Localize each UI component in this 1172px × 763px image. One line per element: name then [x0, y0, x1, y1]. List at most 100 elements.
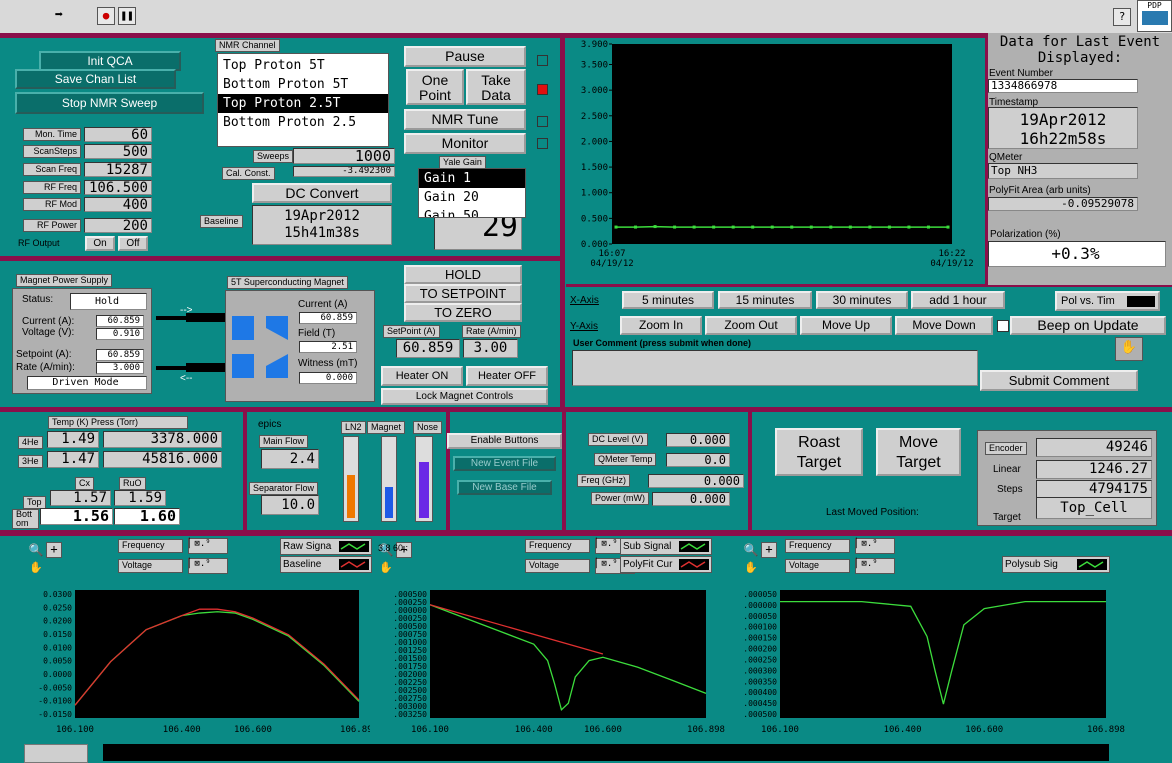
encoder-field: 49246 [1036, 438, 1152, 457]
axis-format-icon[interactable]: ▏⊠.⁹ [855, 558, 895, 574]
ps-current-label: Current (A): [22, 316, 75, 327]
beep-checkbox[interactable] [997, 320, 1009, 332]
target-label: Target [993, 512, 1021, 523]
ln2-gauge [343, 436, 359, 522]
to-setpoint-button[interactable]: TO SETPOINT [404, 284, 522, 303]
ln2-label: LN2 [341, 421, 366, 434]
heater-off-button[interactable]: Heater OFF [466, 366, 548, 386]
cal-const-field[interactable]: -3.492300 [293, 166, 395, 177]
stop-nmr-sweep-button[interactable]: Stop NMR Sweep [15, 92, 204, 114]
pol-vs-time-button[interactable]: Pol vs. Tim [1055, 291, 1160, 311]
field-value[interactable]: 500 [84, 144, 152, 159]
he3-temp: 1.47 [47, 451, 99, 468]
hand-tool-icon[interactable]: ✋ [378, 560, 394, 576]
nmr-channel-item[interactable]: Bottom Proton 2.5 [218, 113, 388, 132]
hand-tool-icon[interactable]: ✋ [743, 560, 759, 576]
plus-tool-icon[interactable]: + [761, 542, 777, 558]
gain-item[interactable]: Gain 50 [419, 207, 525, 217]
x-axis-button[interactable]: add 1 hour [911, 291, 1005, 309]
x-axis-button[interactable]: 30 minutes [816, 291, 908, 309]
hand-tool-icon[interactable]: ✋ [1115, 337, 1143, 361]
hand-tool-icon[interactable]: ✋ [28, 560, 44, 576]
x-axis-button[interactable]: 5 minutes [622, 291, 714, 309]
run-arrow-icon[interactable]: ➡ [50, 7, 68, 25]
x-tick-label: 106.600 [234, 725, 272, 735]
pause-button-icon[interactable]: ❚❚ [118, 7, 136, 25]
ps-mode-field: Driven Mode [27, 376, 147, 390]
y-axis-button[interactable]: Move Up [800, 316, 892, 335]
setpoint-label: SetPoint (A) [383, 325, 440, 338]
zoom-tool-icon[interactable]: 🔍 [28, 542, 44, 558]
heater-on-button[interactable]: Heater ON [381, 366, 463, 386]
pause-button[interactable]: Pause [404, 46, 526, 67]
x-tick-label: 106.600 [965, 725, 1003, 735]
enable-buttons-button[interactable]: Enable Buttons [447, 433, 562, 449]
monitor-button[interactable]: Monitor [404, 133, 526, 154]
rf-output-label: RF Output [18, 238, 60, 248]
nmr-tune-button[interactable]: NMR Tune [404, 109, 526, 130]
lock-magnet-button[interactable]: Lock Magnet Controls [381, 388, 548, 405]
rf-on-button[interactable]: On [85, 236, 115, 251]
plus-tool-icon[interactable]: + [46, 542, 62, 558]
x-axis-button[interactable]: 15 minutes [718, 291, 812, 309]
help-icon[interactable]: ? [1113, 8, 1131, 26]
nmr-channel-item[interactable]: Top Proton 2.5T [218, 94, 388, 113]
gain-item[interactable]: Gain 20 [419, 188, 525, 207]
new-event-file-button[interactable]: New Event File [453, 456, 556, 471]
x-tick-label: 106.100 [761, 725, 799, 735]
beep-on-update[interactable]: Beep on Update [1010, 316, 1166, 335]
rate-input[interactable]: 3.00 [463, 339, 518, 358]
bottom-cx: 1.56 [40, 508, 113, 525]
field-label: Scan Freq [23, 163, 81, 176]
field-value[interactable]: 15287 [84, 162, 152, 177]
signal-plot-svg: .000050 .000000 .000050 .000100 .000150 .0002… [743, 590, 1125, 735]
field-value[interactable]: 200 [84, 218, 152, 233]
axis-format-icon[interactable]: ▏⊠.⁹ [855, 538, 895, 554]
encoder-label: Encoder [985, 442, 1027, 455]
roast-target-button[interactable]: Roast Target [775, 428, 863, 476]
rf-off-button[interactable]: Off [118, 236, 148, 251]
nmr-channel-item[interactable]: Bottom Proton 5T [218, 75, 388, 94]
axis-format-icon[interactable]: ▏⊠.⁹ [188, 538, 228, 554]
y-axis-button[interactable]: Move Down [895, 316, 993, 335]
submit-comment-button[interactable]: Submit Comment [980, 370, 1138, 391]
field-value[interactable]: 400 [84, 197, 152, 212]
field-value[interactable]: 106.500 [84, 180, 152, 195]
pol-vs-time-label: Pol vs. Tim [1061, 295, 1115, 307]
save-chan-list-button[interactable]: Save Chan List [15, 69, 176, 89]
move-target-button[interactable]: Move Target [876, 428, 961, 476]
setpoint-input[interactable]: 60.859 [396, 339, 460, 358]
take-data-button[interactable]: Take Data [466, 69, 526, 105]
record-button-icon[interactable]: ● [97, 7, 115, 25]
nmr-channel-item[interactable]: Top Proton 5T [218, 56, 388, 75]
y-tick-label: -0.0050 [38, 683, 72, 692]
ps-status-label: Status: [22, 294, 54, 305]
one-point-button[interactable]: One Point [406, 69, 464, 105]
init-qca-button[interactable]: Init QCA [39, 51, 181, 71]
y-axis-button[interactable]: Zoom Out [705, 316, 797, 335]
freq-label: Freq (GHz) [577, 474, 630, 487]
ps-voltage-label: Voltage (V): [22, 327, 75, 338]
user-comment-input[interactable] [572, 350, 978, 386]
hold-button[interactable]: HOLD [404, 265, 522, 284]
cx-label: Cx [75, 477, 94, 490]
to-zero-button[interactable]: TO ZERO [404, 303, 522, 322]
sweeps-field[interactable]: 1000 [293, 148, 395, 164]
field-value[interactable]: 60 [84, 127, 152, 142]
zoom-tool-icon[interactable]: 🔍 [743, 542, 759, 558]
dc-convert-button[interactable]: DC Convert [252, 183, 392, 203]
y-tick-label: .000200 [743, 645, 777, 654]
axis-format-icon[interactable]: ▏⊠.⁹ [188, 558, 228, 574]
yale-gain-list[interactable]: Gain 1 Gain 20 Gain 50 [418, 168, 526, 218]
pol-legend-swatch-icon [1127, 296, 1155, 307]
legend-swatch-icon [679, 559, 709, 570]
y-axis-button[interactable]: Zoom In [620, 316, 702, 335]
ps-setpoint-label: Setpoint (A): [16, 349, 72, 360]
new-base-file-button[interactable]: New Base File [457, 480, 552, 495]
legend-swatch-icon [1077, 559, 1107, 570]
yaxis-label: Y-Axis [570, 321, 598, 332]
nmr-channel-list[interactable]: Top Proton 5T Bottom Proton 5T Top Proton … [217, 53, 389, 147]
nose-gauge [415, 436, 433, 522]
bottom-tab[interactable] [24, 744, 88, 763]
gain-item[interactable]: Gain 1 [419, 169, 525, 188]
